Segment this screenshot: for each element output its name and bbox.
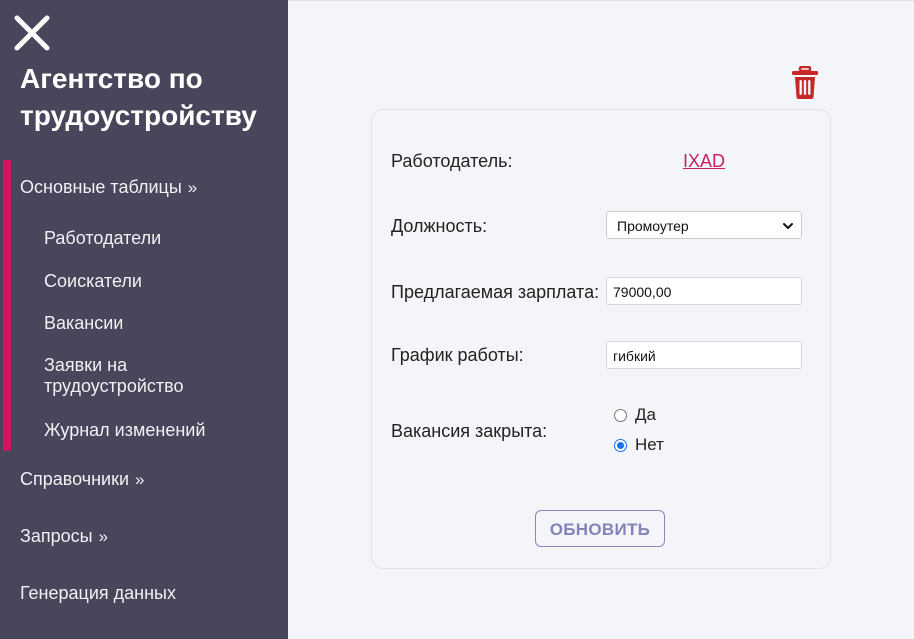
- position-select[interactable]: Промоутер: [606, 211, 802, 239]
- nav-group-main-tables[interactable]: Основные таблицы »: [20, 177, 197, 198]
- nav-group-label: Запросы: [20, 526, 93, 546]
- nav-group-queries[interactable]: Запросы »: [20, 526, 108, 547]
- nav-group-label: Основные таблицы: [20, 177, 182, 197]
- closed-yes-radio[interactable]: [614, 409, 627, 422]
- closed-label: Вакансия закрыта:: [391, 421, 548, 441]
- nav-group-label: Справочники: [20, 469, 130, 489]
- nav-item-vacancies[interactable]: Вакансии: [44, 313, 264, 334]
- closed-no-label[interactable]: Нет: [635, 435, 664, 455]
- nav-item-applicants[interactable]: Соискатели: [44, 271, 264, 292]
- app-title-line1: Агентство по: [20, 63, 203, 94]
- active-section-indicator: [3, 160, 11, 451]
- double-chevron-icon: »: [135, 470, 145, 489]
- closed-yes-label[interactable]: Да: [635, 405, 656, 425]
- salary-input[interactable]: 79000,00: [606, 277, 802, 305]
- double-chevron-icon: »: [98, 527, 109, 546]
- position-label: Должность:: [391, 216, 488, 236]
- salary-label: Предлагаемая зарплата:: [391, 282, 600, 302]
- nav-item-applications[interactable]: Заявки на трудоустройство: [44, 355, 214, 397]
- double-chevron-icon: »: [187, 178, 198, 197]
- sidebar: Агентство по трудоустройству Основные та…: [0, 0, 288, 639]
- trash-icon[interactable]: [790, 66, 820, 100]
- vacancy-edit-card: [371, 109, 831, 569]
- nav-item-change-log[interactable]: Журнал изменений: [44, 420, 264, 441]
- nav-group-label: Генерация данных: [20, 583, 176, 603]
- chevron-down-icon: [783, 223, 793, 229]
- schedule-input[interactable]: гибкий: [606, 341, 802, 369]
- employer-link[interactable]: IXAD: [683, 151, 725, 172]
- closed-no-radio[interactable]: [614, 439, 627, 452]
- nav-item-data-generation[interactable]: Генерация данных: [20, 583, 176, 604]
- top-divider: [288, 0, 914, 1]
- app-title-line2: трудоустройству: [20, 100, 257, 131]
- schedule-label: График работы:: [391, 345, 524, 365]
- position-select-value: Промоутер: [617, 218, 689, 234]
- nav-item-employers[interactable]: Работодатели: [44, 228, 264, 249]
- update-button[interactable]: ОБНОВИТЬ: [535, 510, 665, 547]
- nav-group-directories[interactable]: Справочники »: [20, 469, 145, 490]
- app-title: Агентство по трудоустройству: [20, 60, 280, 134]
- close-icon[interactable]: [13, 14, 51, 52]
- employer-label: Работодатель:: [391, 151, 513, 171]
